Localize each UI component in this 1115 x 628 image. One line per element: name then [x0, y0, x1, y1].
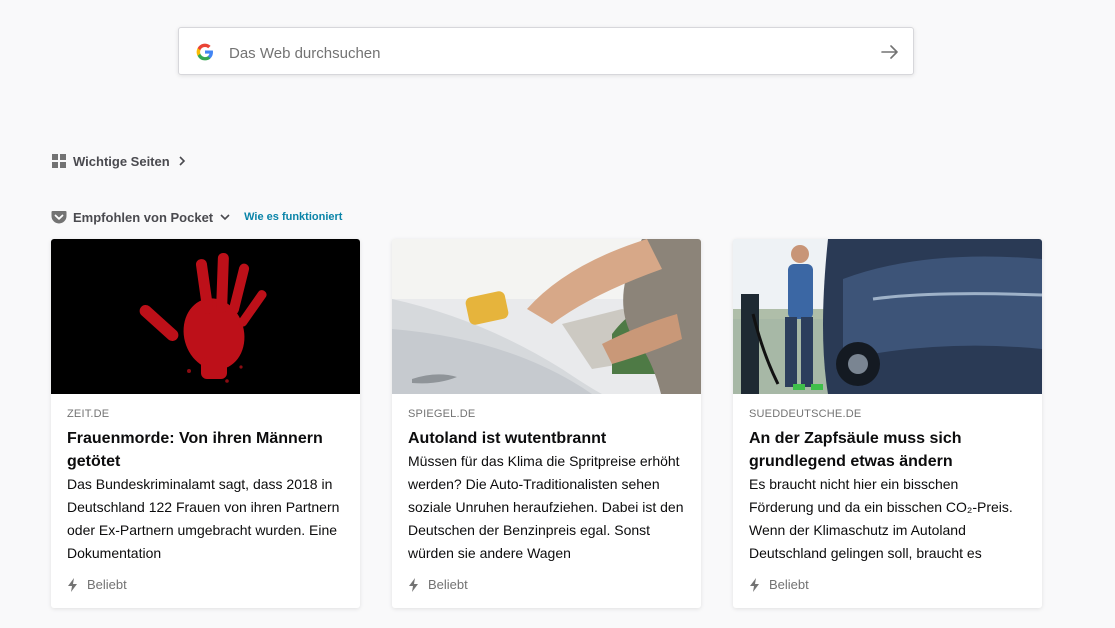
chevron-right-icon[interactable] [177, 156, 187, 166]
arrow-right-icon[interactable] [879, 41, 901, 63]
pocket-label: Empfohlen von Pocket [73, 209, 214, 225]
story-title: Frauenmorde: Von ihren Männern getötet [67, 430, 323, 470]
story-image [392, 239, 701, 394]
google-icon [196, 43, 213, 61]
story-image [733, 239, 1042, 394]
story-context: Beliebt [749, 577, 809, 592]
context-label: Beliebt [87, 577, 127, 592]
story-image [51, 239, 360, 394]
story-title: An der Zapfsäule muss sich grundlegend e… [749, 430, 962, 470]
story-source: SUEDDEUTSCHE.DE [749, 408, 862, 420]
context-label: Beliebt [769, 577, 809, 592]
story-card[interactable]: SUEDDEUTSCHE.DE An der Zapfsäule muss si… [733, 239, 1042, 608]
pocket-icon [51, 211, 67, 224]
search-box[interactable] [178, 27, 914, 75]
bolt-icon [750, 577, 759, 592]
search-input[interactable] [227, 38, 871, 68]
story-title: Autoland ist wutentbrannt [408, 430, 607, 447]
story-excerpt: Das Bundeskriminalamt sagt, dass 2018 in… [67, 476, 340, 561]
story-context: Beliebt [67, 577, 127, 592]
story-excerpt: Es braucht nicht hier ein bisschen Förde… [749, 476, 1013, 561]
story-source: SPIEGEL.DE [408, 408, 476, 420]
story-source: ZEIT.DE [67, 408, 110, 420]
top-sites-label: Wichtige Seiten [73, 153, 170, 169]
bolt-icon [409, 577, 418, 592]
story-context: Beliebt [408, 577, 468, 592]
chevron-down-icon[interactable] [220, 212, 230, 222]
story-card[interactable]: ZEIT.DE Frauenmorde: Von ihren Männern g… [51, 239, 360, 608]
bolt-icon [68, 577, 77, 592]
pocket-header[interactable]: Empfohlen von Pocket Wie es funktioniert [51, 209, 342, 225]
learn-more-link[interactable]: Wie es funktioniert [244, 211, 342, 223]
top-sites-header[interactable]: Wichtige Seiten [51, 153, 187, 169]
story-card[interactable]: SPIEGEL.DE Autoland ist wutentbrannt Müs… [392, 239, 701, 608]
story-excerpt: Müssen für das Klima die Spritpreise erh… [408, 453, 684, 561]
context-label: Beliebt [428, 577, 468, 592]
grid-icon [52, 154, 66, 168]
